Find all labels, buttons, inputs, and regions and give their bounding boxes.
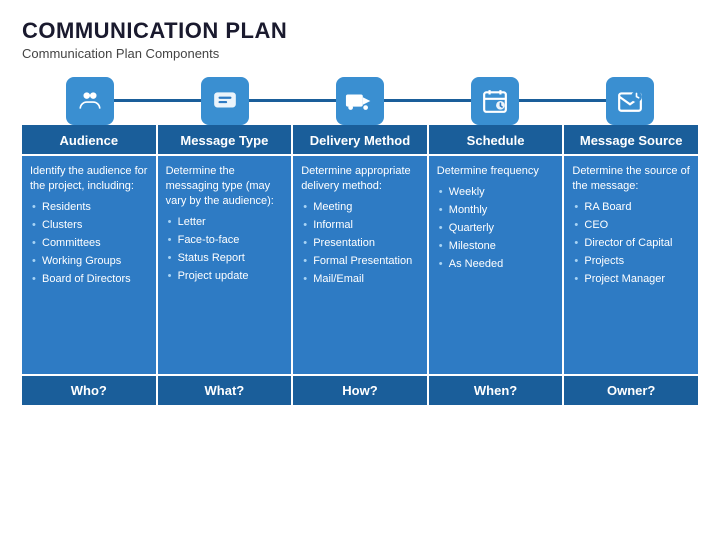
list-item: Residents xyxy=(30,199,148,217)
list-item: Mail/Email xyxy=(301,270,419,288)
header-cell-audience: Audience xyxy=(22,125,158,154)
list-item: Clusters xyxy=(30,217,148,235)
list-item: Letter xyxy=(166,214,284,232)
intro-text-message-source: Determine the source of the message: xyxy=(572,164,690,194)
footer-cell-message-source: Owner? xyxy=(564,374,698,405)
intro-text-delivery-method: Determine appropriate delivery method: xyxy=(301,164,419,194)
body-cell-audience: Identify the audience for the project, i… xyxy=(22,154,158,374)
icon-cell-message-source xyxy=(563,73,698,125)
list-item: Face-to-face xyxy=(166,231,284,249)
body-row: Identify the audience for the project, i… xyxy=(22,154,698,374)
header-cell-message-source: Message Source xyxy=(564,125,698,154)
audience-icon xyxy=(66,77,114,125)
icon-cell-audience xyxy=(22,73,157,125)
header-cell-delivery-method: Delivery Method xyxy=(293,125,429,154)
icon-row xyxy=(22,73,698,125)
schedule-icon xyxy=(471,77,519,125)
list-item: Milestone xyxy=(437,237,555,255)
list-item: Committees xyxy=(30,234,148,252)
header-cell-schedule: Schedule xyxy=(429,125,565,154)
header-cell-message-type: Message Type xyxy=(158,125,294,154)
icon-cell-schedule xyxy=(428,73,563,125)
list-item: Weekly xyxy=(437,184,555,202)
header-row: AudienceMessage TypeDelivery MethodSched… xyxy=(22,125,698,154)
intro-text-message-type: Determine the messaging type (may vary b… xyxy=(166,164,284,209)
footer-cell-schedule: When? xyxy=(429,374,565,405)
list-item: Presentation xyxy=(301,234,419,252)
footer-cell-message-type: What? xyxy=(158,374,294,405)
footer-row: Who?What?How?When?Owner? xyxy=(22,374,698,405)
list-item: Project Manager xyxy=(572,270,690,288)
list-item: Projects xyxy=(572,252,690,270)
list-item: Quarterly xyxy=(437,220,555,238)
body-cell-delivery-method: Determine appropriate delivery method: Me… xyxy=(293,154,429,374)
communication-table: AudienceMessage TypeDelivery MethodSched… xyxy=(22,73,698,405)
list-item: Monthly xyxy=(437,202,555,220)
message-type-icon xyxy=(201,77,249,125)
page-title: COMMUNICATION PLAN xyxy=(22,18,698,44)
message-source-icon xyxy=(606,77,654,125)
list-item: Board of Directors xyxy=(30,270,148,288)
list-item: Director of Capital xyxy=(572,234,690,252)
intro-text-schedule: Determine frequency xyxy=(437,164,555,179)
list-item: Project update xyxy=(166,267,284,285)
list-item: Informal xyxy=(301,217,419,235)
delivery-method-icon xyxy=(336,77,384,125)
list-item: As Needed xyxy=(437,255,555,273)
list-item: RA Board xyxy=(572,199,690,217)
icon-cell-delivery-method xyxy=(292,73,427,125)
list-item: CEO xyxy=(572,217,690,235)
body-cell-message-source: Determine the source of the message: RA B… xyxy=(564,154,698,374)
list-item: Working Groups xyxy=(30,252,148,270)
body-cell-message-type: Determine the messaging type (may vary b… xyxy=(158,154,294,374)
list-item: Status Report xyxy=(166,249,284,267)
footer-cell-delivery-method: How? xyxy=(293,374,429,405)
footer-cell-audience: Who? xyxy=(22,374,158,405)
body-cell-schedule: Determine frequency WeeklyMonthlyQuarterl… xyxy=(429,154,565,374)
icon-cell-message-type xyxy=(157,73,292,125)
list-item: Meeting xyxy=(301,199,419,217)
intro-text-audience: Identify the audience for the project, i… xyxy=(30,164,148,194)
list-item: Formal Presentation xyxy=(301,252,419,270)
page-subtitle: Communication Plan Components xyxy=(22,46,698,61)
